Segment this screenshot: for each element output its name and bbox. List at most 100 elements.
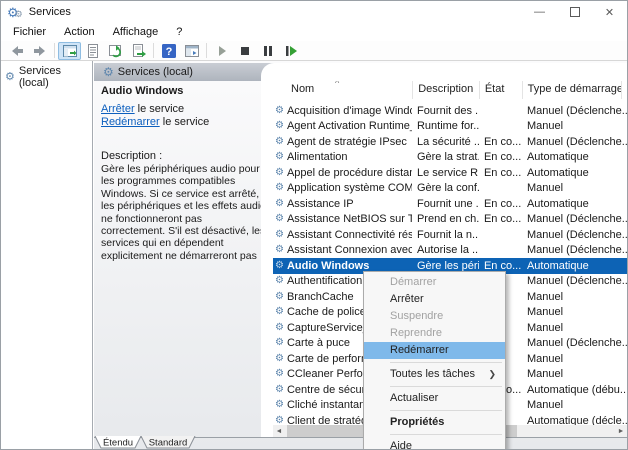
service-startup-type-cell: Manuel bbox=[526, 290, 564, 303]
context-menu-separator bbox=[390, 410, 502, 411]
column-header-nom[interactable]: Nom ^ bbox=[273, 81, 414, 99]
context-menu-item-proprietes[interactable]: Propriétés bbox=[364, 414, 505, 431]
service-row[interactable]: ⚙ Agent Activation Runtime_... Runtime f… bbox=[273, 119, 627, 135]
service-name-cell: Assistance NetBIOS sur TCP... bbox=[286, 213, 412, 226]
service-state-cell: En co... bbox=[483, 259, 522, 272]
toolbar-help-button[interactable]: ? bbox=[157, 42, 180, 60]
context-menu-item-toutes-les-taches[interactable]: Toutes les tâches ❯ bbox=[364, 366, 505, 383]
service-row[interactable]: ⚙ Assistance NetBIOS sur TCP... Prend en… bbox=[273, 212, 627, 228]
toolbar-separator bbox=[206, 43, 207, 58]
close-icon: ✕ bbox=[604, 6, 615, 19]
maximize-button[interactable] bbox=[557, 1, 592, 23]
toolbar-restart-service-button[interactable] bbox=[279, 42, 302, 60]
service-row[interactable]: ⚙ Agent de stratégie IPsec La sécurité .… bbox=[273, 134, 627, 150]
service-gear-icon: ⚙ bbox=[275, 306, 284, 318]
context-menu-item-label: Reprendre bbox=[390, 327, 442, 339]
minimize-button[interactable]: — bbox=[522, 1, 557, 23]
menu-action[interactable]: Action bbox=[55, 26, 104, 38]
service-name-cell: Appel de procédure distant... bbox=[286, 166, 412, 179]
minimize-icon: — bbox=[534, 6, 545, 18]
context-menu-item-label: Suspendre bbox=[390, 310, 444, 322]
service-startup-type-cell: Manuel (Déclenche... bbox=[526, 244, 627, 257]
service-startup-type-cell: Manuel (Déclenche... bbox=[526, 337, 627, 350]
service-description-cell: Prend en ch... bbox=[416, 213, 479, 226]
context-menu-separator bbox=[390, 362, 502, 363]
context-menu-separator bbox=[390, 386, 502, 387]
service-gear-icon: ⚙ bbox=[275, 383, 284, 395]
stop-service-link[interactable]: Arrêter bbox=[101, 103, 135, 115]
toolbar-separator bbox=[153, 43, 154, 58]
stop-service-icon bbox=[240, 46, 249, 55]
scroll-left-icon: ◄ bbox=[275, 427, 283, 435]
menu-fichier[interactable]: Fichier bbox=[4, 26, 55, 38]
toolbar-start-service-button[interactable] bbox=[210, 42, 233, 60]
context-menu-item-redemarrer[interactable]: Redémarrer bbox=[364, 342, 505, 359]
column-header-description[interactable]: Description bbox=[413, 81, 480, 99]
context-menu-item-label: Aide bbox=[390, 440, 413, 450]
context-menu-item-aide[interactable]: Aide bbox=[364, 438, 505, 450]
restart-service-link[interactable]: Redémarrer bbox=[101, 116, 160, 128]
service-gear-icon: ⚙ bbox=[275, 228, 284, 240]
tree-item-services-local[interactable]: ⚙ Services (local) bbox=[1, 61, 92, 89]
service-name-cell: Assistant Connectivité réseau bbox=[286, 228, 412, 241]
scroll-right-button[interactable]: ► bbox=[615, 425, 627, 437]
service-gear-icon: ⚙ bbox=[275, 135, 284, 147]
stop-service-line: Arrêter le service bbox=[101, 103, 184, 115]
context-menu-item-label: Propriétés bbox=[390, 416, 445, 428]
service-description-cell: Runtime for... bbox=[416, 120, 479, 133]
scroll-left-button[interactable]: ◄ bbox=[273, 425, 285, 437]
context-menu-item-arreter[interactable]: Arrêter bbox=[364, 291, 505, 308]
toolbar-back-button[interactable] bbox=[5, 42, 28, 60]
toolbar-refresh-button[interactable] bbox=[104, 42, 127, 60]
service-row[interactable]: ⚙ Application système COM+ Gère la conf.… bbox=[273, 181, 627, 197]
toolbar-show-console-tree-button[interactable] bbox=[58, 41, 81, 60]
service-startup-type-cell: Manuel bbox=[526, 399, 564, 412]
service-row[interactable]: ⚙ Acquisition d'image Windo... Fournit d… bbox=[273, 103, 627, 119]
service-description-cell: Fournit des ... bbox=[416, 104, 479, 117]
menu-aide[interactable]: ? bbox=[167, 26, 191, 38]
context-menu-item-reprendre[interactable]: Reprendre bbox=[364, 325, 505, 342]
service-startup-type-cell: Manuel (Déclenche... bbox=[526, 228, 627, 241]
service-gear-icon: ⚙ bbox=[275, 275, 284, 287]
service-row[interactable]: ⚙ Assistance IP Fournit une ... En co...… bbox=[273, 196, 627, 212]
toolbar-extended-view-button[interactable] bbox=[180, 42, 203, 60]
toolbar-pause-service-button[interactable] bbox=[256, 42, 279, 60]
services-header-icon: ⚙ bbox=[103, 65, 114, 79]
restart-service-icon bbox=[285, 45, 297, 56]
service-state-cell: En co... bbox=[483, 213, 522, 226]
service-startup-type-cell: Manuel bbox=[526, 182, 564, 195]
toolbar-forward-button[interactable] bbox=[28, 42, 51, 60]
service-row[interactable]: ⚙ Alimentation Gère la strat... En co...… bbox=[273, 150, 627, 166]
column-header-etat[interactable]: État bbox=[480, 81, 523, 99]
service-description-cell: La sécurité ... bbox=[416, 135, 479, 148]
context-menu-item-label: Démarrer bbox=[390, 276, 437, 288]
services-window: ⚙⚙ Services — ✕ Fichier Action Affichage… bbox=[0, 0, 628, 450]
service-state-cell: En co... bbox=[483, 151, 522, 164]
service-row[interactable]: ⚙ Appel de procédure distant... Le servi… bbox=[273, 165, 627, 181]
tab-etendu-label[interactable]: Étendu bbox=[103, 438, 133, 449]
menu-affichage[interactable]: Affichage bbox=[104, 26, 168, 38]
toolbar-properties-button[interactable] bbox=[81, 42, 104, 60]
context-menu-item-suspendre[interactable]: Suspendre bbox=[364, 308, 505, 325]
service-gear-icon: ⚙ bbox=[275, 290, 284, 302]
context-menu-item-label: Toutes les tâches bbox=[390, 368, 475, 380]
toolbar-stop-service-button[interactable] bbox=[233, 42, 256, 60]
close-button[interactable]: ✕ bbox=[592, 1, 627, 23]
back-icon bbox=[11, 45, 23, 56]
service-description-cell: Le service R... bbox=[416, 166, 479, 179]
service-row[interactable]: ⚙ Assistant Connexion avec u... Autorise… bbox=[273, 243, 627, 259]
context-menu-separator bbox=[390, 434, 502, 435]
context-menu-item-demarrer[interactable]: Démarrer bbox=[364, 274, 505, 291]
sort-ascending-icon: ^ bbox=[335, 81, 340, 88]
tab-standard-label[interactable]: Standard bbox=[149, 438, 188, 449]
context-menu-item-actualiser[interactable]: Actualiser bbox=[364, 390, 505, 407]
service-state-cell: En co... bbox=[483, 197, 522, 210]
toolbar-export-list-button[interactable] bbox=[127, 42, 150, 60]
description-text: Gère les périphériques audio pour les pr… bbox=[101, 163, 266, 262]
service-row[interactable]: ⚙ Assistant Connectivité réseau Fournit … bbox=[273, 227, 627, 243]
service-startup-type-cell: Manuel bbox=[526, 368, 564, 381]
column-header-type-demarrage[interactable]: Type de démarrage bbox=[523, 81, 622, 99]
toolbar-separator bbox=[54, 43, 55, 58]
context-menu: Démarrer Arrêter Suspendre Reprendre Red… bbox=[363, 271, 506, 450]
service-description-cell: Autorise la ... bbox=[416, 244, 479, 257]
